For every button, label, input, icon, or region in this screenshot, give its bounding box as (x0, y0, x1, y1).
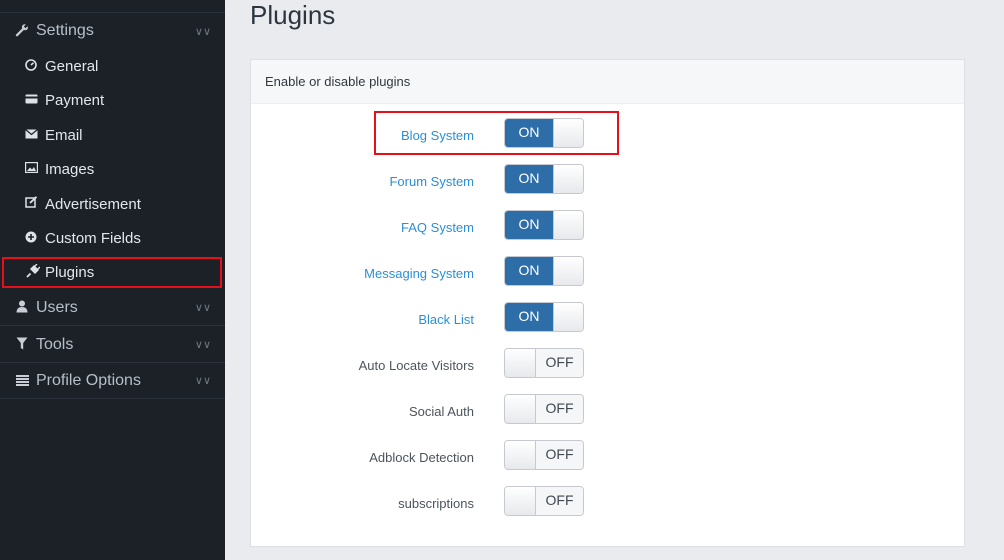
sidebar-item-label: Custom Fields (45, 229, 141, 247)
sidebar-section-tools[interactable]: Tools ∨∨ (0, 327, 225, 363)
sidebar-top-cutoff (0, 0, 225, 13)
plugin-toggle[interactable]: OFF (504, 440, 584, 470)
plugin-row-forum-system: Forum System ON (251, 164, 966, 204)
plugin-name: subscriptions (398, 496, 474, 511)
sidebar-section-label: Settings (36, 22, 94, 39)
sidebar-section-users[interactable]: Users ∨∨ (0, 290, 225, 326)
sidebar-section-label: Profile Options (36, 371, 141, 389)
plugin-name: Auto Locate Visitors (358, 358, 474, 373)
plugin-name: Social Auth (408, 404, 474, 419)
chevron-down-icon: ∨∨ (194, 302, 211, 314)
sidebar-section-settings[interactable]: Settings ∨∨ (0, 13, 225, 49)
sidebar-item-label: Advertisement (45, 195, 141, 213)
plugin-name: Adblock Detection (369, 450, 474, 465)
sidebar-item-label: General (45, 57, 99, 75)
toggle-state: ON (505, 165, 553, 193)
sidebar-item-label: Plugins (45, 263, 95, 281)
plus-circle-icon (24, 231, 38, 246)
chevron-down-icon: ∨∨ (194, 25, 211, 38)
plugin-name[interactable]: Forum System (389, 174, 474, 189)
sidebar-item-label: Images (45, 160, 95, 178)
toggle-knob (505, 487, 536, 515)
toggle-state: OFF (535, 441, 583, 469)
toggle-state: ON (505, 257, 553, 285)
plugin-row-messaging-system: Messaging System ON (251, 256, 966, 296)
plugin-toggle[interactable]: OFF (504, 486, 584, 516)
toggle-knob (553, 257, 583, 285)
sidebar-section-profile-options[interactable]: Profile Options ∨∨ (0, 363, 225, 399)
sidebar-section-label: Tools (36, 335, 74, 353)
plugins-panel: Enable or disable plugins Blog System ON… (250, 59, 965, 547)
envelope-icon (24, 128, 38, 142)
sidebar-section-label: Users (36, 298, 78, 316)
wrench-icon (14, 23, 30, 40)
plugin-toggle[interactable]: ON (504, 302, 584, 332)
page-title: Plugins (250, 0, 336, 30)
plugin-toggle[interactable]: ON (504, 210, 584, 240)
sidebar-item-custom-fields[interactable]: Custom Fields (0, 220, 225, 256)
sidebar: Settings ∨∨ General Payment Email Images… (0, 0, 225, 560)
plugin-name[interactable]: Blog System (401, 128, 474, 143)
sidebar-item-label: Payment (45, 91, 105, 109)
toggle-knob (553, 119, 583, 147)
toggle-knob (553, 303, 583, 331)
panel-heading: Enable or disable plugins (251, 60, 964, 104)
sidebar-item-payment[interactable]: Payment (0, 82, 225, 118)
plugin-name[interactable]: FAQ System (401, 220, 474, 235)
toggle-knob (505, 349, 536, 377)
chevron-down-icon: ∨∨ (194, 339, 211, 351)
sidebar-item-images[interactable]: Images (0, 151, 225, 187)
plugin-row-adblock-detection: Adblock Detection OFF (251, 440, 966, 480)
sidebar-item-plugins[interactable]: Plugins (0, 254, 225, 290)
toggle-state: ON (505, 211, 553, 239)
sidebar-item-email[interactable]: Email (0, 117, 225, 153)
toggle-state: OFF (535, 395, 583, 423)
toggle-knob (505, 395, 536, 423)
plugin-row-blog-system: Blog System ON (251, 118, 966, 158)
toggle-state: OFF (535, 349, 583, 377)
toggle-knob (553, 211, 583, 239)
sidebar-item-advertisement[interactable]: Advertisement (0, 186, 225, 222)
toggle-state: ON (505, 303, 553, 331)
list-icon (14, 373, 30, 389)
plugin-name[interactable]: Black List (418, 312, 474, 327)
filter-icon (14, 337, 30, 353)
sidebar-item-label: Email (45, 126, 83, 144)
user-icon (14, 300, 30, 316)
plugin-row-subscriptions: subscriptions OFF (251, 486, 966, 526)
dashboard-icon (24, 58, 38, 74)
chevron-down-icon: ∨∨ (194, 375, 211, 387)
toggle-knob (505, 441, 536, 469)
toggle-knob (553, 165, 583, 193)
toggle-state: ON (505, 119, 553, 147)
plugin-toggle[interactable]: OFF (504, 394, 584, 424)
image-icon (24, 161, 38, 176)
plugin-toggle[interactable]: ON (504, 164, 584, 194)
toggle-state: OFF (535, 487, 583, 515)
sidebar-item-general[interactable]: General (0, 48, 225, 84)
plugin-row-auto-locate-visitors: Auto Locate Visitors OFF (251, 348, 966, 388)
credit-card-icon (24, 93, 38, 107)
plugin-name[interactable]: Messaging System (364, 266, 474, 281)
plugin-row-black-list: Black List ON (251, 302, 966, 342)
plugin-toggle[interactable]: OFF (504, 348, 584, 378)
plugin-toggle[interactable]: ON (504, 256, 584, 286)
plug-icon (26, 263, 41, 281)
edit-icon (24, 196, 38, 212)
plugin-toggle[interactable]: ON (504, 118, 584, 148)
plugin-row-faq-system: FAQ System ON (251, 210, 966, 250)
plugin-row-social-auth: Social Auth OFF (251, 394, 966, 434)
